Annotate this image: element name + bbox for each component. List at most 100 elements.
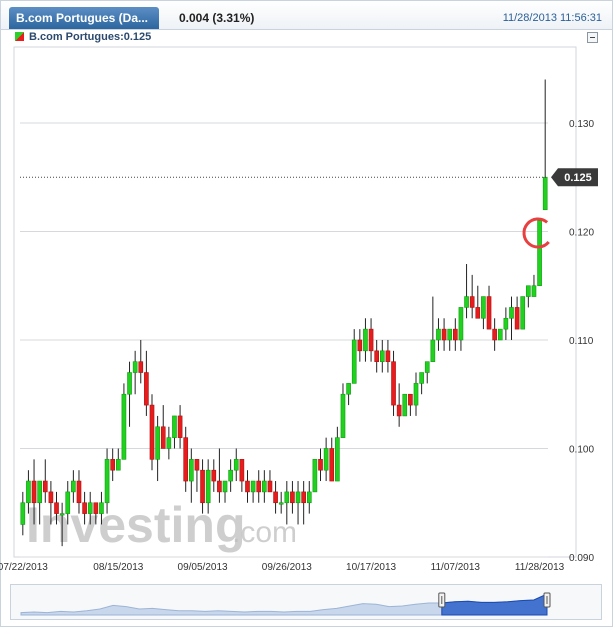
candle <box>481 296 486 330</box>
candle-body <box>396 404 402 417</box>
candle-body <box>441 328 447 341</box>
x-tick-label: 10/17/2013 <box>346 562 396 573</box>
navigator-selection <box>441 593 548 616</box>
candle-body <box>340 393 346 438</box>
candle-body <box>542 176 548 211</box>
x-tick-label: 11/28/2013 <box>515 562 565 573</box>
candle <box>138 339 144 384</box>
candle <box>509 296 514 340</box>
candle-body <box>492 328 497 341</box>
x-tick-label: 07/22/2013 <box>0 562 48 573</box>
candles <box>20 79 548 547</box>
candle-body <box>413 383 419 406</box>
candle <box>469 274 475 319</box>
grid-lines <box>20 122 548 558</box>
candle-body <box>59 513 65 516</box>
candle <box>160 405 166 449</box>
candle-body <box>93 502 99 514</box>
candle-body <box>486 296 492 330</box>
candle-body <box>115 459 121 471</box>
plot-border <box>13 46 577 558</box>
candle-body <box>228 469 233 482</box>
candle <box>503 307 509 340</box>
candle <box>475 285 481 319</box>
candle-body <box>509 307 514 319</box>
candle-body <box>132 361 138 373</box>
candle-body <box>48 491 54 504</box>
candle <box>537 220 542 287</box>
candle <box>329 437 335 482</box>
candle-body <box>368 328 374 352</box>
candle-body <box>76 480 82 504</box>
y-tick-label: 0.100 <box>569 444 594 455</box>
candle <box>149 394 155 471</box>
candle <box>20 491 26 536</box>
candle-body <box>301 491 306 504</box>
candle <box>318 448 323 482</box>
candle <box>121 383 127 460</box>
candle-body <box>520 296 526 330</box>
candle <box>278 491 284 514</box>
candle-body <box>250 480 256 493</box>
candle-body <box>166 437 172 449</box>
candle <box>194 459 200 492</box>
candle <box>239 459 245 492</box>
candle <box>436 318 441 351</box>
candle-body <box>65 491 71 514</box>
candle-body <box>514 307 520 330</box>
candle-body <box>323 448 329 471</box>
candle-body <box>87 502 93 514</box>
candle-body <box>177 415 183 438</box>
navigator[interactable] <box>10 584 602 620</box>
candle <box>419 372 424 395</box>
candle <box>413 372 419 416</box>
candle-body <box>37 480 42 504</box>
candle-body <box>290 491 295 504</box>
candle-body <box>121 393 127 460</box>
candle <box>312 459 318 493</box>
candle-body <box>172 415 177 438</box>
candle-body <box>419 372 424 384</box>
candle-body <box>329 448 335 482</box>
y-tick-label: 0.090 <box>569 553 594 564</box>
candle-body <box>537 220 542 287</box>
candle <box>188 448 194 503</box>
candle-body <box>335 437 340 482</box>
candle <box>217 448 222 503</box>
candle <box>155 415 160 482</box>
y-tick-label: 0.120 <box>569 227 594 238</box>
candle-body <box>267 480 273 493</box>
candle <box>424 361 430 384</box>
candle <box>464 264 469 319</box>
last-price-label: 0.125 <box>564 172 592 184</box>
candle-body <box>233 459 239 471</box>
candle-body <box>436 328 441 341</box>
candle-body <box>262 480 267 493</box>
candle <box>267 470 273 493</box>
candle-body <box>26 480 31 504</box>
candle <box>172 415 177 449</box>
candle <box>514 296 520 330</box>
candle <box>486 285 492 330</box>
candle <box>542 79 548 211</box>
candle <box>256 470 262 503</box>
x-tick-label: 08/15/2013 <box>93 562 143 573</box>
candle <box>323 437 329 482</box>
candle-body <box>447 328 453 341</box>
candle <box>357 329 363 362</box>
candle-body <box>295 491 301 504</box>
candle-body <box>160 426 166 449</box>
candle <box>363 318 368 362</box>
candle-body <box>475 307 481 319</box>
candle-body <box>374 350 380 362</box>
candle <box>290 481 295 514</box>
candle <box>144 350 149 416</box>
candle <box>385 339 391 373</box>
candle <box>492 318 497 351</box>
candle <box>441 318 447 351</box>
candle <box>391 350 396 416</box>
candle <box>166 426 172 460</box>
candle-body <box>312 459 318 493</box>
candle <box>458 307 464 351</box>
candle-body <box>363 328 368 352</box>
